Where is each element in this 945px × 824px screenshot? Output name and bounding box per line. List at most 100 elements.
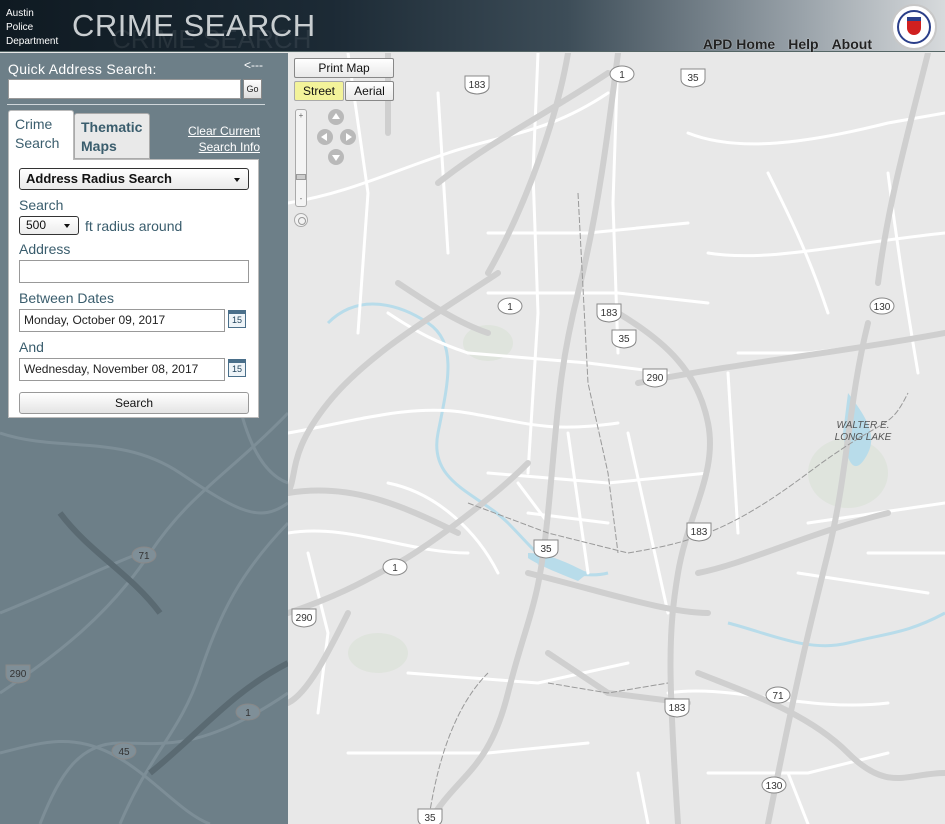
highway-shield-35: 35 [417, 808, 443, 824]
address-field[interactable] [19, 260, 249, 283]
radius-suffix-label: ft radius around [85, 218, 183, 234]
street-map[interactable]: WALTER E. LONG LAKE 183 1 35 1 183 35 290 130 18… [288, 53, 945, 824]
highway-shield-290: 290 [5, 664, 31, 684]
highway-shield-183: 183 [464, 75, 490, 95]
svg-text:290: 290 [647, 373, 664, 384]
tab-crime-search-label-1: Crime [15, 116, 53, 132]
svg-text:1: 1 [245, 708, 251, 719]
tab-crime-search-label-2: Search [15, 135, 60, 151]
svg-text:35: 35 [540, 544, 552, 555]
highway-shield-290: 290 [642, 368, 668, 388]
address-label: Address [19, 241, 71, 257]
highway-shield-290: 290 [291, 608, 317, 628]
pan-right-icon[interactable] [340, 129, 356, 145]
app-title: CRIME SEARCH [72, 8, 316, 43]
radius-value: 500 [26, 218, 47, 232]
svg-text:1: 1 [619, 70, 625, 81]
highway-shield-35: 35 [611, 329, 637, 349]
zoom-slider-handle[interactable] [296, 174, 306, 180]
aerial-basemap-button[interactable]: Aerial [345, 81, 394, 101]
svg-text:183: 183 [469, 80, 486, 91]
highway-shield-1: 1 [235, 703, 261, 721]
zoom-out-button[interactable]: - [297, 195, 305, 203]
locate-icon[interactable] [294, 213, 308, 227]
start-date-field[interactable]: Monday, October 09, 2017 [19, 309, 225, 332]
header: Austin Police Department CRIME SEARCH CR… [0, 0, 945, 54]
svg-text:35: 35 [424, 813, 436, 824]
lake-label-line-1: WALTER E. [837, 420, 890, 431]
search-type-select[interactable]: Address Radius Search [19, 168, 249, 190]
print-map-button[interactable]: Print Map [294, 58, 394, 78]
quick-address-search-input[interactable] [8, 79, 241, 99]
highway-shield-71: 71 [765, 686, 791, 704]
top-nav: APD Home Help About [703, 36, 872, 52]
zoom-slider[interactable]: + - [295, 109, 307, 207]
go-button[interactable]: Go [243, 79, 262, 99]
left-sidebar: 71 290 1 45 Quick Address Search: <--- Go C… [0, 53, 288, 824]
and-label: And [19, 339, 44, 355]
svg-text:35: 35 [687, 73, 699, 84]
end-date-field[interactable]: Wednesday, November 08, 2017 [19, 358, 225, 381]
map-view[interactable]: WALTER E. LONG LAKE 183 1 35 1 183 35 290 130 18… [288, 53, 945, 824]
svg-text:130: 130 [874, 302, 891, 313]
department-name: Austin Police Department [6, 7, 58, 49]
zoom-in-button[interactable]: + [297, 112, 305, 120]
nav-apd-home-link[interactable]: APD Home [703, 36, 775, 52]
highway-shield-1: 1 [382, 558, 408, 576]
seal-shield-icon [907, 17, 921, 35]
radius-select[interactable]: 500 [19, 216, 79, 235]
lake-label-line-2: LONG LAKE [835, 432, 892, 443]
tab-thematic-maps[interactable]: Thematic Maps [74, 113, 150, 159]
svg-text:1: 1 [507, 302, 513, 313]
svg-text:71: 71 [138, 551, 150, 562]
highway-shield-71: 71 [131, 546, 157, 564]
highway-shield-35: 35 [680, 68, 706, 88]
svg-text:35: 35 [618, 334, 630, 345]
highway-shield-183: 183 [596, 303, 622, 323]
quick-address-search-label: Quick Address Search: [8, 61, 157, 77]
clear-link-line-2: Search Info [198, 140, 260, 154]
svg-text:290: 290 [296, 613, 313, 624]
pan-down-icon[interactable] [328, 149, 344, 165]
city-seal-logo [891, 4, 937, 50]
search-button[interactable]: Search [19, 392, 249, 414]
highway-shield-130: 130 [869, 297, 895, 315]
start-date-calendar-icon[interactable]: 15 [228, 310, 246, 328]
collapse-panel-arrow[interactable]: <--- [244, 58, 263, 72]
highway-shield-183: 183 [664, 698, 690, 718]
crime-search-form: Address Radius Search Search 500 ft radi… [8, 159, 259, 418]
clear-search-info-link[interactable]: Clear Current Search Info [184, 123, 260, 155]
svg-text:1: 1 [392, 563, 398, 574]
nav-about-link[interactable]: About [832, 36, 872, 52]
between-dates-label: Between Dates [19, 290, 114, 306]
dept-line-2: Police [6, 22, 34, 33]
highway-shield-1: 1 [609, 65, 635, 83]
highway-shield-1: 1 [497, 297, 523, 315]
nav-help-link[interactable]: Help [788, 36, 818, 52]
dept-line-1: Austin [6, 8, 34, 19]
svg-text:130: 130 [766, 781, 783, 792]
svg-text:45: 45 [118, 747, 130, 758]
svg-text:183: 183 [691, 527, 708, 538]
highway-shields: 1831351183352901301833512907118313035183 [291, 65, 895, 824]
pan-up-icon[interactable] [328, 109, 344, 125]
end-date-calendar-icon[interactable]: 15 [228, 359, 246, 377]
svg-text:71: 71 [772, 691, 784, 702]
chevron-down-icon [64, 224, 70, 228]
tab-thematic-maps-label-1: Thematic [81, 119, 143, 135]
tab-crime-search[interactable]: Crime Search [8, 110, 74, 160]
divider [7, 104, 265, 105]
tab-thematic-maps-label-2: Maps [81, 138, 117, 154]
svg-text:183: 183 [601, 308, 618, 319]
chevron-down-icon [234, 178, 240, 182]
clear-link-line-1: Clear Current [187, 124, 260, 138]
svg-text:290: 290 [10, 669, 27, 680]
dept-line-3: Department [6, 36, 59, 47]
highway-shield-183: 183 [686, 522, 712, 542]
highway-shield-35: 35 [533, 539, 559, 559]
search-label: Search [19, 197, 64, 213]
highway-shield-130: 130 [761, 776, 787, 794]
street-basemap-button[interactable]: Street [294, 81, 344, 101]
pan-left-icon[interactable] [317, 129, 333, 145]
search-type-value: Address Radius Search [26, 171, 172, 186]
